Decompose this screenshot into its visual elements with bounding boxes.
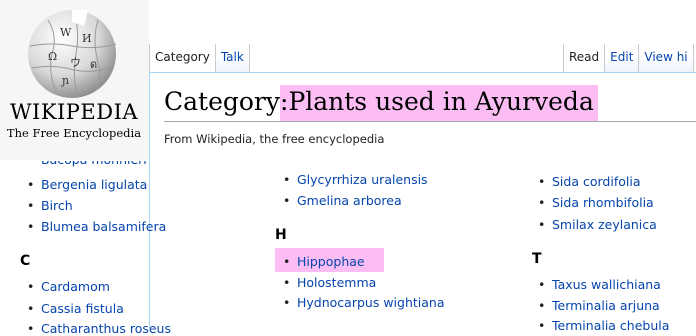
svg-text:W: W — [60, 26, 72, 39]
list-item[interactable]: Gmelina arborea — [283, 193, 402, 208]
wikipedia-wordmark: WIKIPEDIA — [9, 100, 139, 124]
page-title: Category:Plants used in Ayurveda — [164, 87, 594, 116]
list-item[interactable]: Glycyrrhiza uralensis — [283, 172, 428, 187]
list-item[interactable]: Taxus wallichiana — [538, 277, 661, 292]
tab-edit[interactable]: Edit — [604, 44, 639, 72]
list-item[interactable]: Hydnocarpus wightiana — [283, 295, 444, 310]
list-item[interactable]: Catharanthus roseus — [27, 321, 171, 336]
list-item[interactable]: Terminalia arjuna — [538, 298, 660, 313]
site-subtitle: From Wikipedia, the free encyclopedia — [164, 132, 385, 146]
list-item[interactable]: Blumea balsamifera — [27, 219, 166, 234]
tab-category[interactable]: Category — [149, 44, 215, 72]
list-item[interactable]: Birch — [27, 198, 73, 213]
list-item[interactable]: Smilax zeylanica — [538, 217, 657, 232]
list-item[interactable]: Terminalia chebula — [538, 318, 669, 333]
list-item[interactable]: Bergenia ligulata — [27, 177, 147, 192]
list-item[interactable]: Hippophae — [283, 254, 365, 269]
title-prefix: Category: — [164, 87, 289, 116]
section-letter: C — [20, 253, 31, 269]
title-divider — [164, 121, 696, 122]
tab-talk[interactable]: Talk — [214, 44, 250, 72]
list-item[interactable]: Cassia fistula — [27, 301, 124, 316]
wikipedia-logo[interactable]: WИ Ω ウด ɲ WIKIPEDIA The Free Encyclopedia — [0, 0, 149, 160]
title-name: Plants used in Ayurveda — [288, 87, 594, 116]
svg-text:ด: ด — [90, 58, 97, 71]
svg-text:ɲ: ɲ — [60, 74, 69, 87]
svg-text:И: И — [82, 32, 92, 45]
list-item[interactable]: Holostemma — [283, 275, 376, 290]
tab-view-history[interactable]: View hi — [638, 44, 694, 72]
wikipedia-tagline: The Free Encyclopedia — [6, 126, 142, 140]
svg-text:Ω: Ω — [48, 50, 57, 63]
list-item[interactable]: Sida rhombifolia — [538, 195, 654, 210]
list-item[interactable]: Sida cordifolia — [538, 174, 641, 189]
svg-text:ウ: ウ — [70, 56, 81, 69]
tab-read[interactable]: Read — [563, 44, 605, 72]
view-tabs: Read Edit View hi — [563, 44, 694, 72]
section-letter: T — [532, 251, 542, 267]
namespace-tabs: Category Talk — [149, 44, 250, 72]
section-letter: H — [275, 227, 287, 243]
puzzle-globe-icon: W И Ω ウด ɲ — [28, 9, 117, 99]
list-item[interactable]: Cardamom — [27, 279, 110, 294]
